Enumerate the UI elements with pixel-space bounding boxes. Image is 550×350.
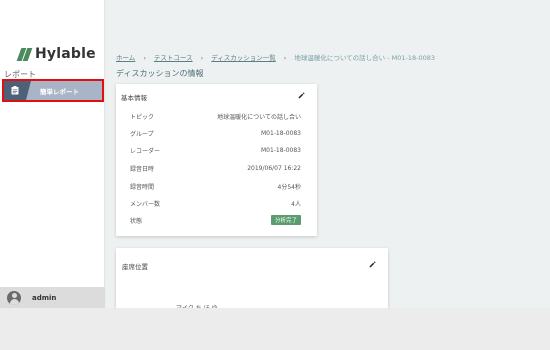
edit-icon[interactable] — [369, 261, 376, 268]
row-value: M01-18-0083 — [260, 146, 301, 154]
info-row-group: グループ M01-18-0083 — [130, 128, 301, 138]
row-label: レコーダー — [130, 147, 161, 155]
footer-strip — [0, 308, 550, 350]
user-avatar-icon — [7, 290, 21, 305]
page-title: ディスカッションの情報 — [116, 69, 204, 78]
info-row-status: 状態 分析完了 — [130, 215, 301, 225]
row-value: M01-18-0083 — [260, 129, 301, 137]
info-row-topic: トピック 地球温暖化についての話し合い — [130, 111, 301, 121]
card-title: 基本情報 — [121, 94, 147, 102]
breadcrumb-discussion-list[interactable]: ディスカッション一覧 — [211, 54, 276, 62]
info-row-duration: 録音時間 4分54秒 — [130, 181, 301, 191]
user-name: admin — [32, 293, 57, 302]
sidebar: Hylable レポート 簡単レポート admin — [0, 0, 105, 308]
info-row-members: メンバー数 4人 — [130, 198, 301, 208]
row-label: トピック — [130, 113, 155, 121]
seating-card: 座席位置 マイク ち ほ ゆ — [116, 248, 388, 312]
row-label: メンバー数 — [130, 200, 161, 208]
info-row-recorded-at: 録音日時 2019/06/07 16:22 — [130, 163, 301, 173]
hylable-logo[interactable]: Hylable — [16, 44, 96, 64]
row-label: 録音日時 — [130, 165, 155, 173]
breadcrumb-separator-icon: › — [143, 54, 146, 62]
breadcrumb-separator-icon: › — [283, 54, 287, 62]
info-row-recorder: レコーダー M01-18-0083 — [130, 145, 301, 155]
row-label: 録音時間 — [130, 183, 155, 191]
card-title: 座席位置 — [122, 263, 148, 271]
breadcrumb-course[interactable]: テストコース — [154, 54, 193, 62]
main-content: ホーム › テストコース › ディスカッション一覧 › 地球温暖化についての話し合い - M… — [106, 0, 550, 312]
row-label: グループ — [130, 130, 154, 138]
row-value: 4人 — [291, 200, 301, 208]
user-bar[interactable]: admin — [0, 287, 105, 308]
status-badge: 分析完了 — [270, 215, 301, 225]
row-label: 状態 — [130, 217, 143, 225]
logo-mark-icon — [16, 47, 33, 61]
breadcrumb-home[interactable]: ホーム — [116, 54, 135, 62]
basic-info-card: 基本情報 トピック 地球温暖化についての話し合い グループ M01-18-008… — [116, 84, 317, 236]
breadcrumb: ホーム › テストコース › ディスカッション一覧 › 地球温暖化についての話し合い - M… — [116, 52, 435, 62]
row-value: 2019/06/07 16:22 — [247, 164, 301, 172]
highlight-box — [2, 79, 104, 102]
row-value: 4分54秒 — [277, 183, 301, 191]
logo-text: Hylable — [35, 46, 96, 62]
row-value: 地球温暖化についての話し合い — [217, 113, 301, 121]
edit-icon[interactable] — [298, 92, 305, 99]
breadcrumb-current: 地球温暖化についての話し合い - M01-18-0083 — [294, 54, 436, 62]
breadcrumb-separator-icon: › — [200, 54, 204, 62]
